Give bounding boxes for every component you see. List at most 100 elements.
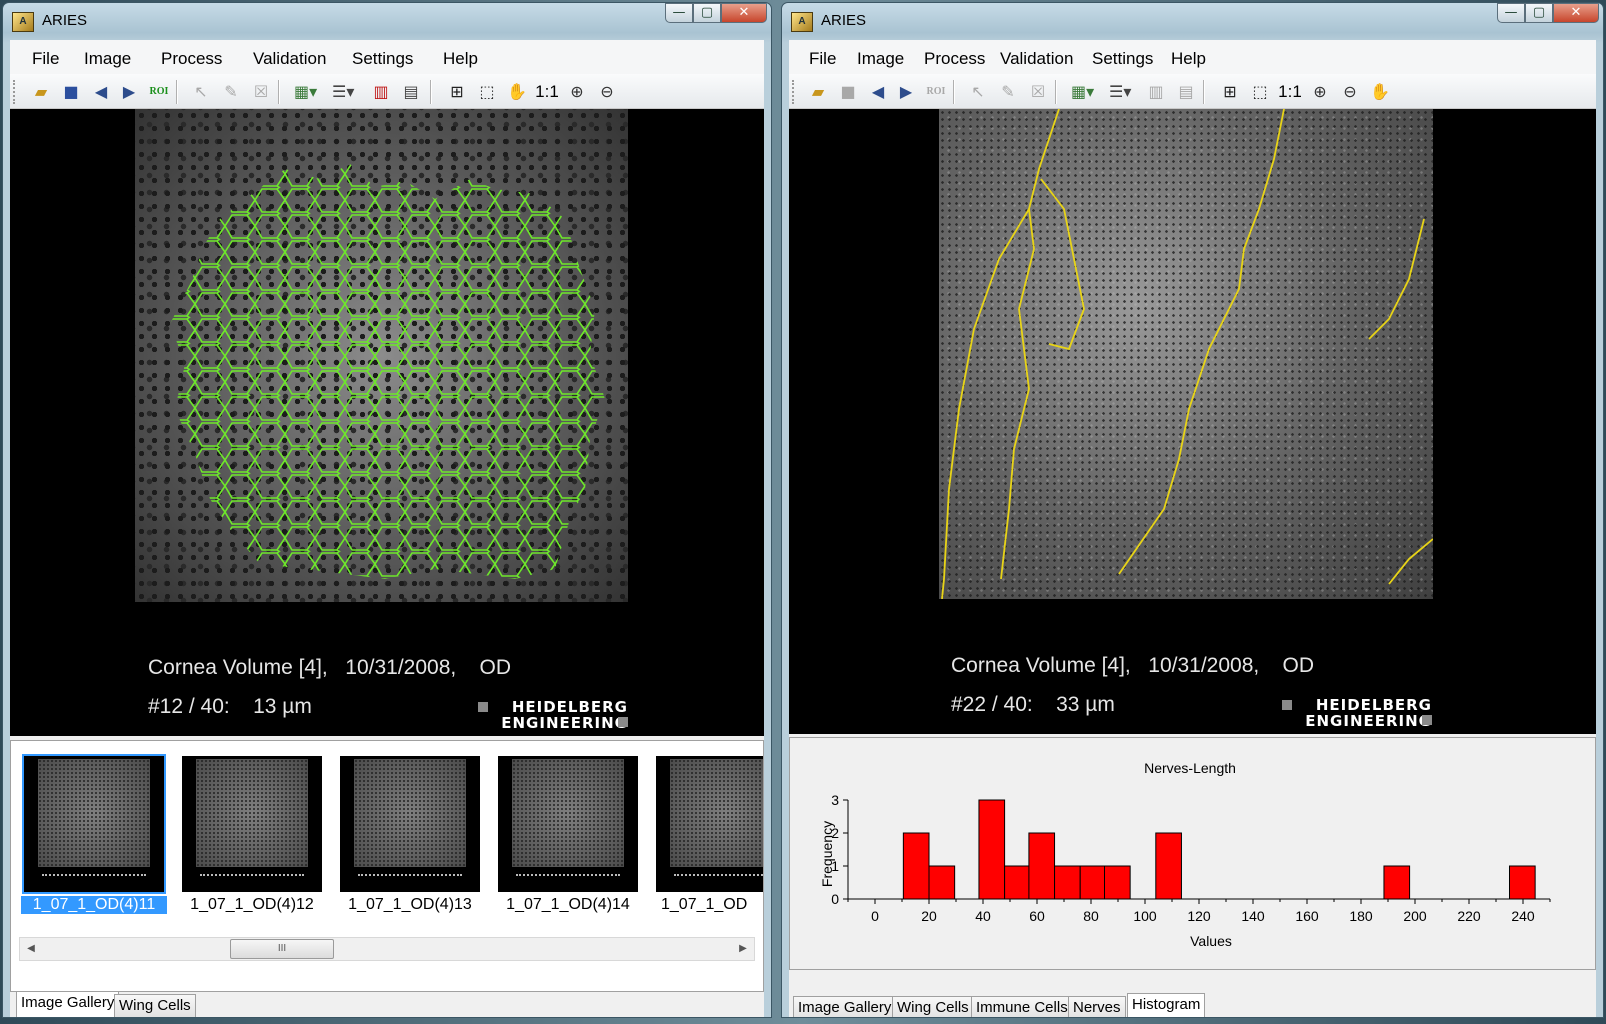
gallery-thumbnail[interactable]: 1_07_1_OD(4)11 (21, 753, 167, 917)
menu-bar: File Image Process Validation Settings H… (10, 40, 764, 74)
scroll-left-arrow-icon[interactable]: ◀ (22, 940, 40, 958)
menu-process[interactable]: Process (924, 49, 985, 69)
zoom-out-icon[interactable]: ⊖ (596, 81, 618, 103)
tab-nerves[interactable]: Nerves (1068, 996, 1126, 1017)
toolbar-grip[interactable] (792, 80, 797, 104)
gallery-thumbnail[interactable]: 1_07_1_OD(4)13 (337, 753, 483, 917)
fit-to-window-icon[interactable]: ⊞ (1219, 81, 1241, 103)
image-info-line1: Cornea Volume [4], 10/31/2008, OD (148, 656, 512, 679)
layers-dropdown-icon[interactable]: ▦▾ (294, 81, 317, 103)
close-button[interactable]: ✕ (1553, 3, 1599, 23)
x-axis-label: Values (1190, 933, 1232, 949)
forward-arrow-icon[interactable]: ▶ (895, 81, 917, 103)
pencil-icon[interactable]: ✎ (997, 81, 1019, 103)
tab-wing-cells[interactable]: Wing Cells (114, 994, 196, 1017)
aries-app-icon[interactable]: A (12, 12, 34, 32)
tab-image-gallery[interactable]: Image Gallery (16, 991, 120, 1017)
zoom-in-icon[interactable]: ⊕ (1309, 81, 1331, 103)
pointer-icon[interactable]: ↖ (967, 81, 989, 103)
zoom-out-icon[interactable]: ⊖ (1339, 81, 1361, 103)
x-tick-label: 180 (1349, 908, 1373, 924)
zoom-region-icon[interactable]: ⬚ (1249, 81, 1271, 103)
confocal-cornea-image[interactable] (135, 109, 628, 602)
gallery-thumbnail[interactable]: 1_07_1_OD (653, 753, 763, 917)
open-folder-icon[interactable]: ▰ (807, 81, 829, 103)
histogram-bar (1383, 865, 1411, 900)
cell-segmentation-overlay (170, 164, 605, 579)
image-viewer[interactable]: Cornea Volume [4], 10/31/2008, OD #22 / … (789, 109, 1596, 734)
tab-strip: Image Gallery Wing Cells Immune Cells Ne… (789, 992, 1596, 1017)
gallery-thumbnail[interactable]: 1_07_1_OD(4)14 (495, 753, 641, 917)
menu-image[interactable]: Image (857, 49, 904, 69)
menu-validation[interactable]: Validation (253, 49, 326, 69)
x-tick-label: 240 (1511, 908, 1535, 924)
close-button[interactable]: ✕ (721, 3, 767, 23)
menu-process[interactable]: Process (161, 49, 222, 69)
minimize-button[interactable]: — (1497, 3, 1525, 23)
list-dropdown-icon[interactable]: ☰▾ (332, 81, 354, 103)
actual-size-button[interactable]: 1:1 (532, 81, 562, 103)
window-title: ARIES (42, 12, 88, 29)
minimize-button[interactable]: — (665, 3, 693, 23)
gallery-thumbnail[interactable]: 1_07_1_OD(4)12 (179, 753, 325, 917)
toolbar-separator (1055, 80, 1057, 104)
tab-histogram[interactable]: Histogram (1127, 993, 1206, 1017)
list-dropdown-icon[interactable]: ☰▾ (1109, 81, 1131, 103)
back-arrow-icon[interactable]: ◀ (90, 81, 112, 103)
menu-validation[interactable]: Validation (1000, 49, 1073, 69)
menu-help[interactable]: Help (1171, 49, 1206, 69)
menu-file[interactable]: File (809, 49, 836, 69)
fit-to-window-icon[interactable]: ⊞ (446, 81, 468, 103)
tab-immune-cells[interactable]: Immune Cells (971, 996, 1073, 1017)
menu-file[interactable]: File (32, 49, 59, 69)
scroll-right-arrow-icon[interactable]: ▶ (734, 940, 752, 958)
y-tick-label: 0 (831, 891, 839, 907)
horizontal-scrollbar[interactable]: ◀ III ▶ (19, 937, 755, 961)
histogram-icon[interactable]: ▥ (370, 81, 392, 103)
histogram-bar (1104, 865, 1131, 900)
image-viewer[interactable]: Cornea Volume [4], 10/31/2008, OD #12 / … (10, 109, 764, 736)
pencil-icon[interactable]: ✎ (220, 81, 242, 103)
tab-wing-cells[interactable]: Wing Cells (892, 996, 974, 1017)
x-tick-label: 140 (1241, 908, 1265, 924)
save-icon[interactable]: ■ (60, 81, 82, 103)
toolbar-grip[interactable] (13, 80, 18, 104)
title-bar[interactable]: A ARIES — ▢ ✕ (782, 3, 1603, 39)
menu-image[interactable]: Image (84, 49, 131, 69)
maximize-button[interactable]: ▢ (693, 3, 721, 23)
y-tick-label: 2 (831, 825, 839, 841)
save-icon[interactable]: ■ (837, 81, 859, 103)
menu-help[interactable]: Help (443, 49, 478, 69)
pointer-icon[interactable]: ↖ (190, 81, 212, 103)
table-icon[interactable]: ▤ (400, 81, 422, 103)
actual-size-button[interactable]: 1:1 (1275, 81, 1305, 103)
toolbar-separator (176, 80, 178, 104)
layers-dropdown-icon[interactable]: ▦▾ (1071, 81, 1094, 103)
menu-settings[interactable]: Settings (1092, 49, 1153, 69)
histogram-bars (902, 799, 1536, 900)
nerve-trace (1388, 538, 1433, 585)
zoom-region-icon[interactable]: ⬚ (476, 81, 498, 103)
scroll-thumb[interactable]: III (230, 939, 334, 959)
delete-icon[interactable]: ☒ (1027, 81, 1049, 103)
confocal-cornea-image[interactable] (939, 109, 1433, 599)
title-bar[interactable]: A ARIES — ▢ ✕ (3, 3, 771, 39)
roi-icon[interactable]: ROI (148, 81, 170, 103)
thumbnail-label: 1_07_1_OD (661, 896, 748, 913)
tab-image-gallery[interactable]: Image Gallery (793, 996, 897, 1017)
menu-settings[interactable]: Settings (352, 49, 413, 69)
toolbar-separator (953, 80, 955, 104)
nerve-tracing-overlay (941, 109, 1433, 599)
aries-app-icon[interactable]: A (791, 12, 813, 32)
open-folder-icon[interactable]: ▰ (30, 81, 52, 103)
histogram-icon[interactable]: ▥ (1145, 81, 1167, 103)
back-arrow-icon[interactable]: ◀ (867, 81, 889, 103)
pan-hand-icon[interactable]: ✋ (1369, 81, 1391, 103)
forward-arrow-icon[interactable]: ▶ (118, 81, 140, 103)
pan-hand-icon[interactable]: ✋ (506, 81, 528, 103)
maximize-button[interactable]: ▢ (1525, 3, 1553, 23)
zoom-in-icon[interactable]: ⊕ (566, 81, 588, 103)
delete-icon[interactable]: ☒ (250, 81, 272, 103)
roi-icon[interactable]: ROI (925, 81, 947, 103)
table-icon[interactable]: ▤ (1175, 81, 1197, 103)
